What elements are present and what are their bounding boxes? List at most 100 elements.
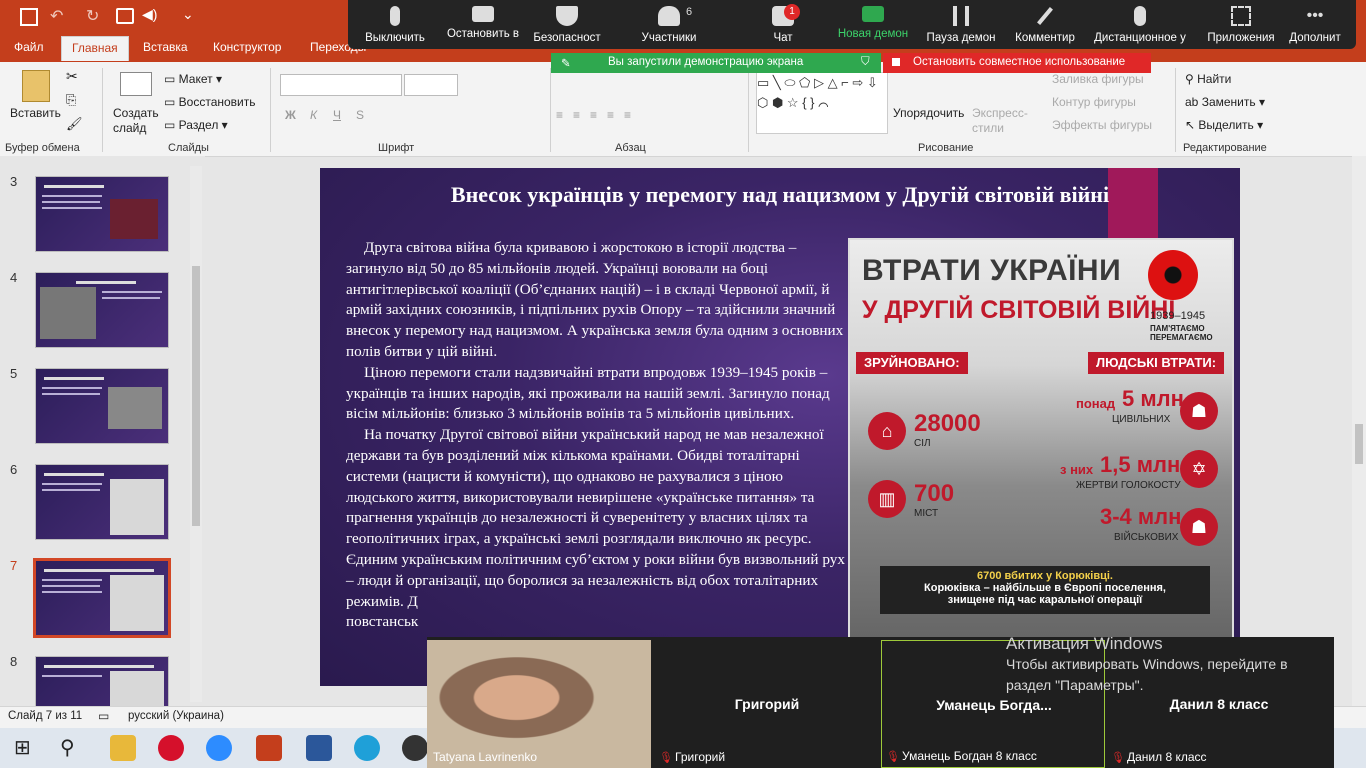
edge-icon[interactable] — [354, 735, 380, 761]
powerpoint-icon[interactable] — [256, 735, 282, 761]
scrollbar-thumb[interactable] — [192, 266, 200, 526]
slide-scrollbar[interactable] — [1352, 156, 1366, 706]
slide-thumbnail[interactable] — [35, 464, 169, 540]
stop-video-button[interactable]: Остановить в — [438, 6, 528, 40]
spellcheck-icon[interactable]: ▭ — [98, 709, 109, 723]
find-button[interactable]: ⚲ Найти — [1185, 72, 1231, 86]
destroyed-label: ЗРУЙНОВАНО: — [856, 352, 968, 374]
thumbnail-number: 3 — [10, 174, 18, 189]
present-icon[interactable] — [116, 8, 134, 24]
drawing-group-label: Рисование — [918, 142, 974, 154]
media-player-icon[interactable] — [402, 735, 428, 761]
reset-button[interactable]: ▭ Восстановить — [164, 95, 256, 109]
slide-canvas[interactable]: Внесок українців у перемогу над нацизмом… — [320, 168, 1240, 686]
paste-icon[interactable] — [22, 70, 50, 102]
new-slide-button[interactable]: Создать слайд — [113, 106, 161, 136]
quick-styles-button[interactable]: Экспресс-стили — [972, 106, 1032, 136]
stop-share-button[interactable]: Остановить совместное использование — [883, 53, 1151, 73]
infographic-years: 1939–1945 — [1150, 310, 1206, 322]
search-icon[interactable]: ⚲ — [60, 735, 86, 761]
word-icon[interactable] — [306, 735, 332, 761]
infographic-title: ВТРАТИ УКРАЇНИ — [862, 254, 1122, 287]
bold-button[interactable]: Ж — [285, 108, 296, 122]
customize-toolbar-icon[interactable]: ⌄ — [182, 6, 194, 23]
shapes-gallery[interactable]: ▭ ╲ ⬭ ⬠ ▷ △ ⌐ ⇨ ⇩ ⬡ ⬢ ☆ { } ⌒ — [756, 72, 888, 134]
save-icon[interactable] — [20, 8, 38, 26]
windows-start-icon[interactable]: ⊞ — [14, 735, 40, 761]
speaker-icon[interactable]: ◀) — [142, 6, 157, 23]
chat-button[interactable]: Чат 1 — [738, 4, 828, 44]
copy-icon[interactable]: ⎘ — [66, 92, 76, 108]
tab-file[interactable]: Файл — [14, 40, 44, 54]
more-button[interactable]: ••• Дополнит — [1274, 6, 1356, 44]
participant-name: Григорий — [675, 750, 726, 764]
pause-share-button[interactable]: Пауза демон — [916, 6, 1006, 44]
language-indicator[interactable]: русский (Украина) — [128, 710, 224, 722]
remote-control-label: Дистанционное у — [1094, 32, 1186, 44]
font-family-select[interactable] — [280, 74, 402, 96]
layout-button[interactable]: ▭ Макет ▾ — [164, 72, 222, 86]
ribbon: Вставить ✂ ⎘ 🖌 Буфер обмена Создать слай… — [0, 62, 1366, 157]
slide-body-text[interactable]: Друга світова війна була кривавою і жорс… — [346, 238, 852, 633]
underline-button[interactable]: Ч — [333, 108, 341, 122]
paste-button[interactable]: Вставить — [10, 106, 61, 120]
shape-outline-button[interactable]: Контур фигуры — [1052, 95, 1136, 109]
font-size-select[interactable] — [404, 74, 458, 96]
slide-thumbnail[interactable] — [35, 272, 169, 348]
participants-button[interactable]: Участники 6 — [624, 6, 714, 44]
thumbnail-number: 8 — [10, 654, 18, 669]
watermark-title: Активация Windows — [1006, 634, 1163, 653]
arrange-button[interactable]: Упорядочить — [893, 106, 964, 120]
tab-insert[interactable]: Вставка — [143, 40, 188, 54]
watermark-line: раздел "Параметры". — [1006, 677, 1144, 693]
participants-icon — [658, 6, 680, 26]
shape-fill-button[interactable]: Заливка фигуры — [1052, 72, 1144, 86]
security-label: Безопасност — [533, 32, 601, 44]
shield-check-icon: ⛉ — [861, 56, 870, 68]
slide-thumbnail[interactable] — [35, 368, 169, 444]
cursor-icon: ↖ — [1185, 118, 1196, 132]
infographic-slogan: ПАМ'ЯТАЄМО ПЕРЕМАГАЄМО — [1150, 324, 1213, 342]
zoom-icon[interactable] — [206, 735, 232, 761]
participant-name: Tatyana Lavrinenko — [433, 750, 538, 764]
section-label: Раздел — [178, 118, 219, 132]
thumbnails-scrollbar[interactable] — [190, 166, 202, 702]
opera-icon[interactable] — [158, 735, 184, 761]
cut-icon[interactable]: ✂ — [66, 68, 78, 85]
apps-button[interactable]: Приложения — [1196, 6, 1286, 44]
civilians-prefix: понад — [1076, 396, 1116, 411]
slide-thumbnail-selected[interactable] — [33, 558, 171, 638]
military-count: 3-4 млн — [1100, 504, 1182, 529]
security-button[interactable]: Безопасност — [522, 6, 612, 44]
mute-button[interactable]: Выключить — [350, 6, 440, 44]
slide-title[interactable]: Внесок українців у перемогу над нацизмом… — [320, 182, 1240, 208]
tab-home[interactable]: Главная — [61, 36, 129, 61]
thumbnail-number: 6 — [10, 462, 18, 477]
slide-thumbnail[interactable] — [35, 176, 169, 252]
remote-control-button[interactable]: Дистанционное у — [1084, 6, 1196, 44]
undo-icon[interactable]: ↶ — [50, 6, 63, 26]
villages-label: СІЛ — [914, 438, 931, 449]
strikethrough-button[interactable]: S — [356, 108, 364, 122]
annotate-button[interactable]: Комментир — [1000, 6, 1090, 44]
infographic-image[interactable]: ВТРАТИ УКРАЇНИ У ДРУГІЙ СВІТОВІЙ ВІЙНІ 1… — [848, 238, 1234, 686]
scrollbar-thumb[interactable] — [1355, 424, 1363, 464]
body-paragraph: повстанськ — [346, 613, 419, 631]
select-button[interactable]: ↖ Выделить ▾ — [1185, 118, 1263, 132]
thumbnail-number: 5 — [10, 366, 18, 381]
replace-button[interactable]: ab Заменить ▾ — [1185, 95, 1265, 109]
format-painter-icon[interactable]: 🖌 — [66, 116, 83, 132]
replace-icon: ab — [1185, 95, 1199, 109]
new-share-button[interactable]: Новая демон — [828, 6, 918, 40]
new-slide-icon[interactable] — [120, 72, 152, 96]
section-button[interactable]: ▭ Раздел ▾ — [164, 118, 228, 132]
tab-design[interactable]: Конструктор — [213, 40, 281, 54]
paragraph-align-buttons[interactable]: ≡≡≡≡≡ — [556, 108, 641, 122]
video-tile[interactable]: Tatyana Lavrinenko — [427, 640, 651, 768]
file-explorer-icon[interactable] — [110, 735, 136, 761]
stop-share-label: Остановить совместное использование — [913, 56, 1126, 68]
shape-effects-button[interactable]: Эффекты фигуры — [1052, 118, 1152, 132]
redo-icon[interactable]: ↻ — [86, 6, 99, 26]
video-tile[interactable]: Григорий 🎙 Григорий — [655, 640, 879, 768]
italic-button[interactable]: К — [310, 108, 317, 122]
